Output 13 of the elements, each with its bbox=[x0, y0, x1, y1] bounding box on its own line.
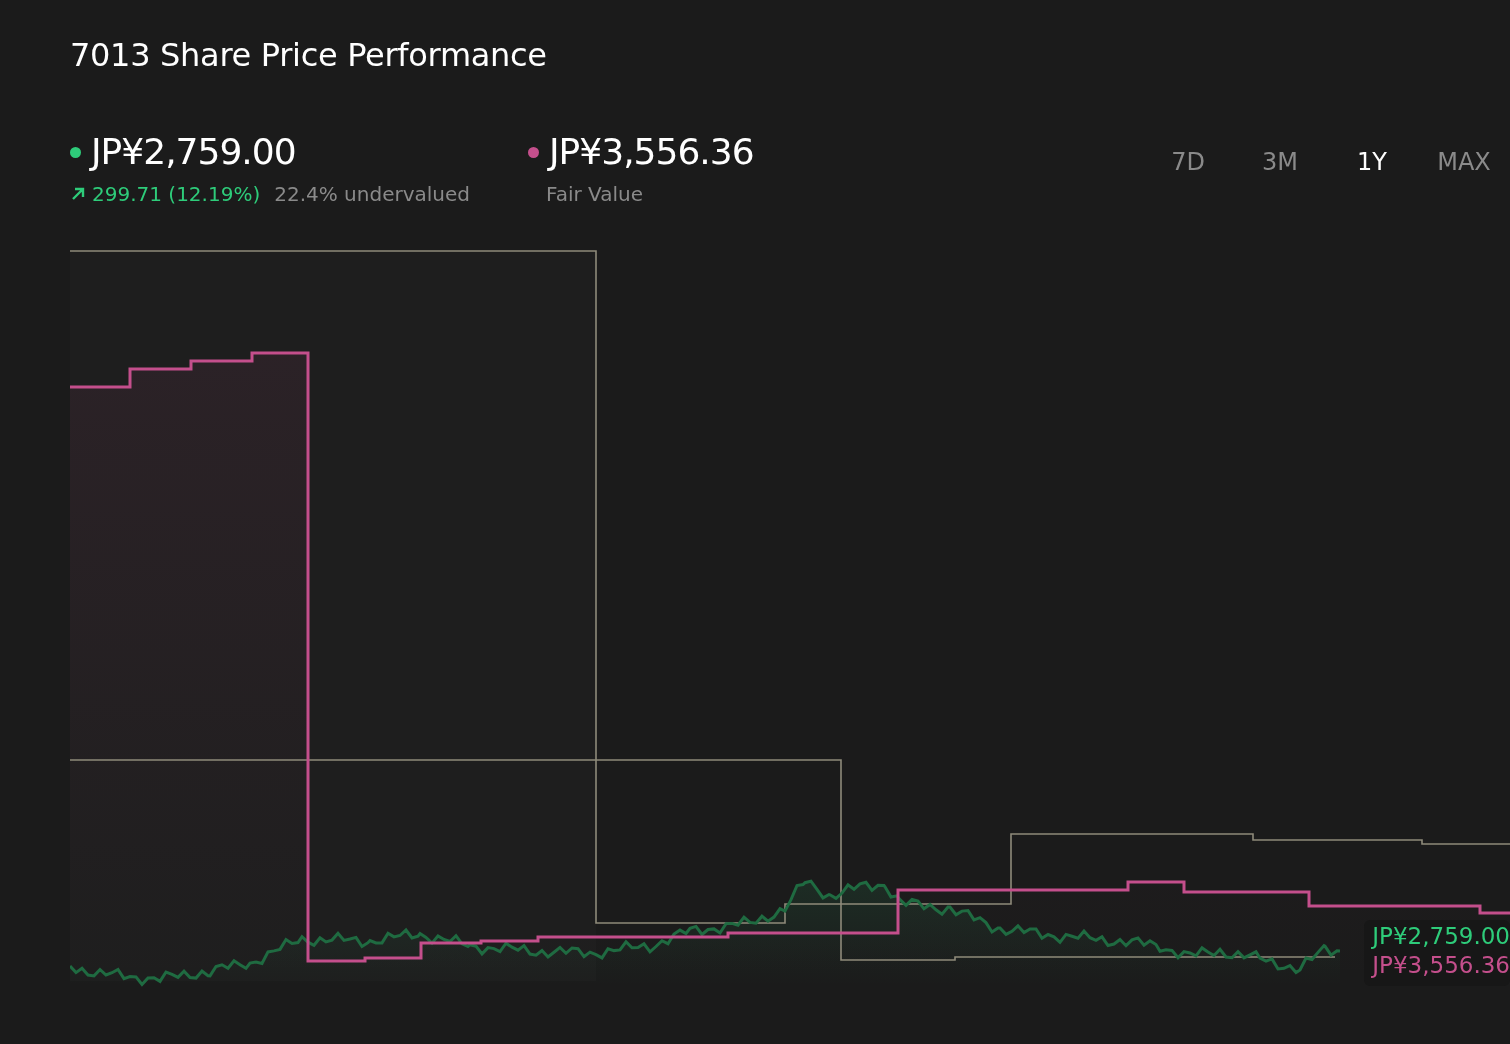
legend-value: JP¥3,556.36 bbox=[549, 130, 754, 174]
price-change: 299.71 (12.19%) bbox=[70, 182, 261, 206]
end-value-label: JP¥3,556.36 bbox=[1372, 951, 1510, 980]
range-tab[interactable]: 1Y bbox=[1326, 148, 1418, 176]
range-tab[interactable]: 3M bbox=[1234, 148, 1326, 176]
range-tab[interactable]: MAX bbox=[1418, 148, 1510, 176]
chart-title: 7013 Share Price Performance bbox=[70, 36, 548, 74]
legend-value: JP¥2,759.00 bbox=[91, 130, 296, 174]
end-value-label: JP¥2,759.00 bbox=[1372, 922, 1510, 951]
arrow-up-right-icon bbox=[70, 186, 86, 202]
legend-note: 22.4% undervalued bbox=[274, 182, 470, 206]
legend-note: Fair Value bbox=[546, 182, 643, 206]
range-tab[interactable]: 7D bbox=[1142, 148, 1234, 176]
